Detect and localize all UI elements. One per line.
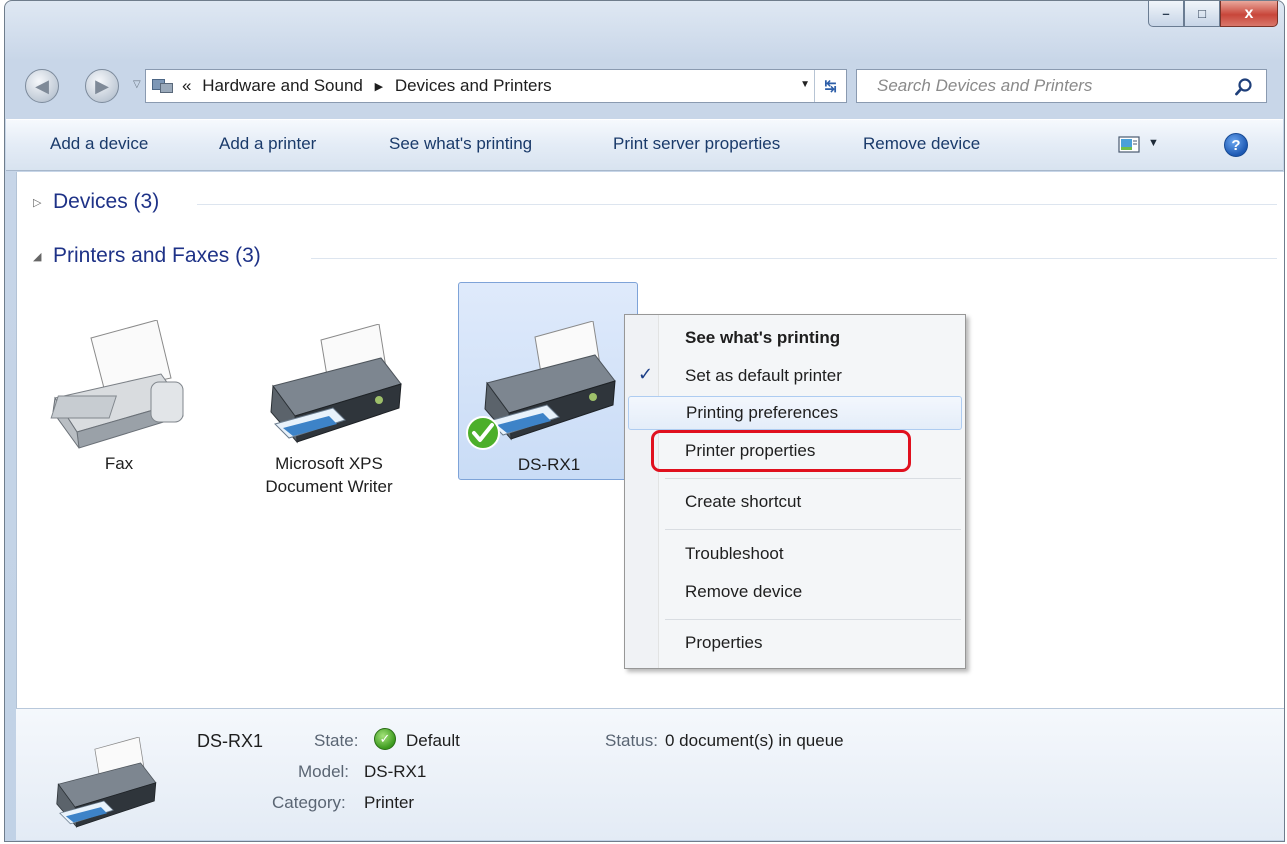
details-pane: DS-RX1 State: ✓ Default Model: DS-RX1 Ca… <box>16 708 1284 840</box>
group-header-printers[interactable]: ◢ Printers and Faxes (3) <box>33 244 261 268</box>
address-dropdown-icon[interactable]: ▼ <box>800 79 810 90</box>
more-options-dropdown-icon[interactable]: ▼ <box>1148 137 1159 149</box>
maximize-button[interactable]: □ <box>1184 1 1220 27</box>
device-microsoft-xps[interactable]: Microsoft XPS Document Writer <box>239 320 419 496</box>
caption-buttons: – □ x <box>1148 1 1278 27</box>
refresh-icon: ↹ <box>824 78 837 95</box>
printer-icon <box>270 324 402 444</box>
printer-icon <box>56 737 157 829</box>
menu-printing-preferences[interactable]: Printing preferences <box>628 396 962 430</box>
breadcrumb-overflow[interactable]: « <box>182 76 191 95</box>
refresh-button[interactable]: ↹ <box>814 70 846 102</box>
maximize-icon: □ <box>1198 6 1206 21</box>
status-ok-icon: ✓ <box>374 728 396 750</box>
chevron-down-icon: ▽ <box>133 79 141 90</box>
collapse-triangle-icon: ◢ <box>33 250 42 263</box>
forward-button[interactable]: ▶ <box>85 69 119 103</box>
minimize-button[interactable]: – <box>1148 1 1184 27</box>
default-check-icon <box>466 416 500 450</box>
device-label: Fax <box>104 454 134 473</box>
add-printer-button[interactable]: Add a printer <box>219 134 316 154</box>
group-label: Printers and Faxes (3) <box>53 244 261 267</box>
breadcrumb-devices-and-printers[interactable]: Devices and Printers <box>395 76 552 95</box>
help-icon: ? <box>1231 136 1241 154</box>
back-arrow-icon: ◀ <box>35 75 49 96</box>
menu-item-label: Remove device <box>685 582 803 601</box>
fax-icon <box>50 320 184 449</box>
menu-separator <box>665 478 961 479</box>
menu-properties[interactable]: Properties <box>628 626 962 660</box>
device-label: Microsoft XPS <box>275 454 383 473</box>
menu-create-shortcut[interactable]: Create shortcut <box>628 485 962 519</box>
back-button[interactable]: ◀ <box>25 69 59 103</box>
menu-item-label: Properties <box>685 633 763 652</box>
menu-separator <box>665 619 961 620</box>
group-label: Devices (3) <box>53 190 160 213</box>
category-value: Printer <box>364 793 415 812</box>
add-device-button[interactable]: Add a device <box>50 134 148 154</box>
minimize-icon: – <box>1162 6 1170 21</box>
menu-remove-device[interactable]: Remove device <box>628 575 962 609</box>
menu-item-label: See what's printing <box>685 328 841 347</box>
recent-pages-dropdown[interactable]: ▽ <box>133 79 141 90</box>
divider <box>197 204 1277 205</box>
state-label: State: <box>314 731 359 750</box>
group-header-devices[interactable]: ▷ Devices (3) <box>33 190 159 214</box>
device-label: Document Writer <box>265 477 393 496</box>
search-icon[interactable] <box>1234 77 1254 97</box>
checkmark-icon: ✓ <box>638 364 654 384</box>
help-button[interactable]: ? <box>1224 133 1248 157</box>
annotation-highlight-box <box>651 430 911 472</box>
print-server-properties-button[interactable]: Print server properties <box>613 134 780 154</box>
breadcrumb-separator-icon[interactable]: ▶ <box>375 81 383 93</box>
see-whats-printing-button[interactable]: See what's printing <box>389 134 532 154</box>
model-value: DS-RX1 <box>364 762 427 781</box>
breadcrumb-hardware-and-sound[interactable]: Hardware and Sound <box>202 76 363 95</box>
command-bar: Add a device Add a printer See what's pr… <box>6 119 1283 171</box>
model-label: Model: <box>298 762 350 781</box>
menu-set-as-default-printer[interactable]: ✓ Set as default printer <box>628 359 962 393</box>
expand-triangle-icon: ▷ <box>33 196 42 209</box>
search-input[interactable]: Search Devices and Printers <box>877 76 1092 96</box>
close-button[interactable]: x <box>1220 1 1278 27</box>
search-box[interactable]: Search Devices and Printers <box>856 69 1267 103</box>
device-ds-rx1[interactable]: DS-RX1 <box>458 282 638 480</box>
menu-see-whats-printing[interactable]: See what's printing <box>628 321 962 355</box>
state-value: Default <box>406 731 460 750</box>
status-value: 0 document(s) in queue <box>665 731 844 750</box>
device-fax[interactable]: Fax <box>29 320 209 473</box>
menu-item-label: Printing preferences <box>686 403 839 422</box>
close-icon: x <box>1244 4 1254 22</box>
divider <box>311 258 1277 259</box>
change-view-icon[interactable] <box>1118 136 1140 153</box>
breadcrumb: « Hardware and Sound ▶ Devices and Print… <box>182 76 552 96</box>
details-device-name: DS-RX1 <box>197 731 264 751</box>
menu-item-label: Set as default printer <box>685 366 842 385</box>
status-label: Status: <box>605 731 658 750</box>
forward-arrow-icon: ▶ <box>95 75 109 96</box>
menu-troubleshoot[interactable]: Troubleshoot <box>628 537 962 571</box>
address-bar[interactable]: « Hardware and Sound ▶ Devices and Print… <box>145 69 847 103</box>
category-label: Category: <box>272 793 346 812</box>
menu-separator <box>665 529 961 530</box>
devices-folder-icon <box>152 77 174 95</box>
menu-item-label: Troubleshoot <box>685 544 784 563</box>
device-label: DS-RX1 <box>517 455 581 474</box>
context-menu: See what's printing ✓ Set as default pri… <box>624 314 966 669</box>
remove-device-button[interactable]: Remove device <box>863 134 980 154</box>
menu-item-label: Create shortcut <box>685 492 802 511</box>
